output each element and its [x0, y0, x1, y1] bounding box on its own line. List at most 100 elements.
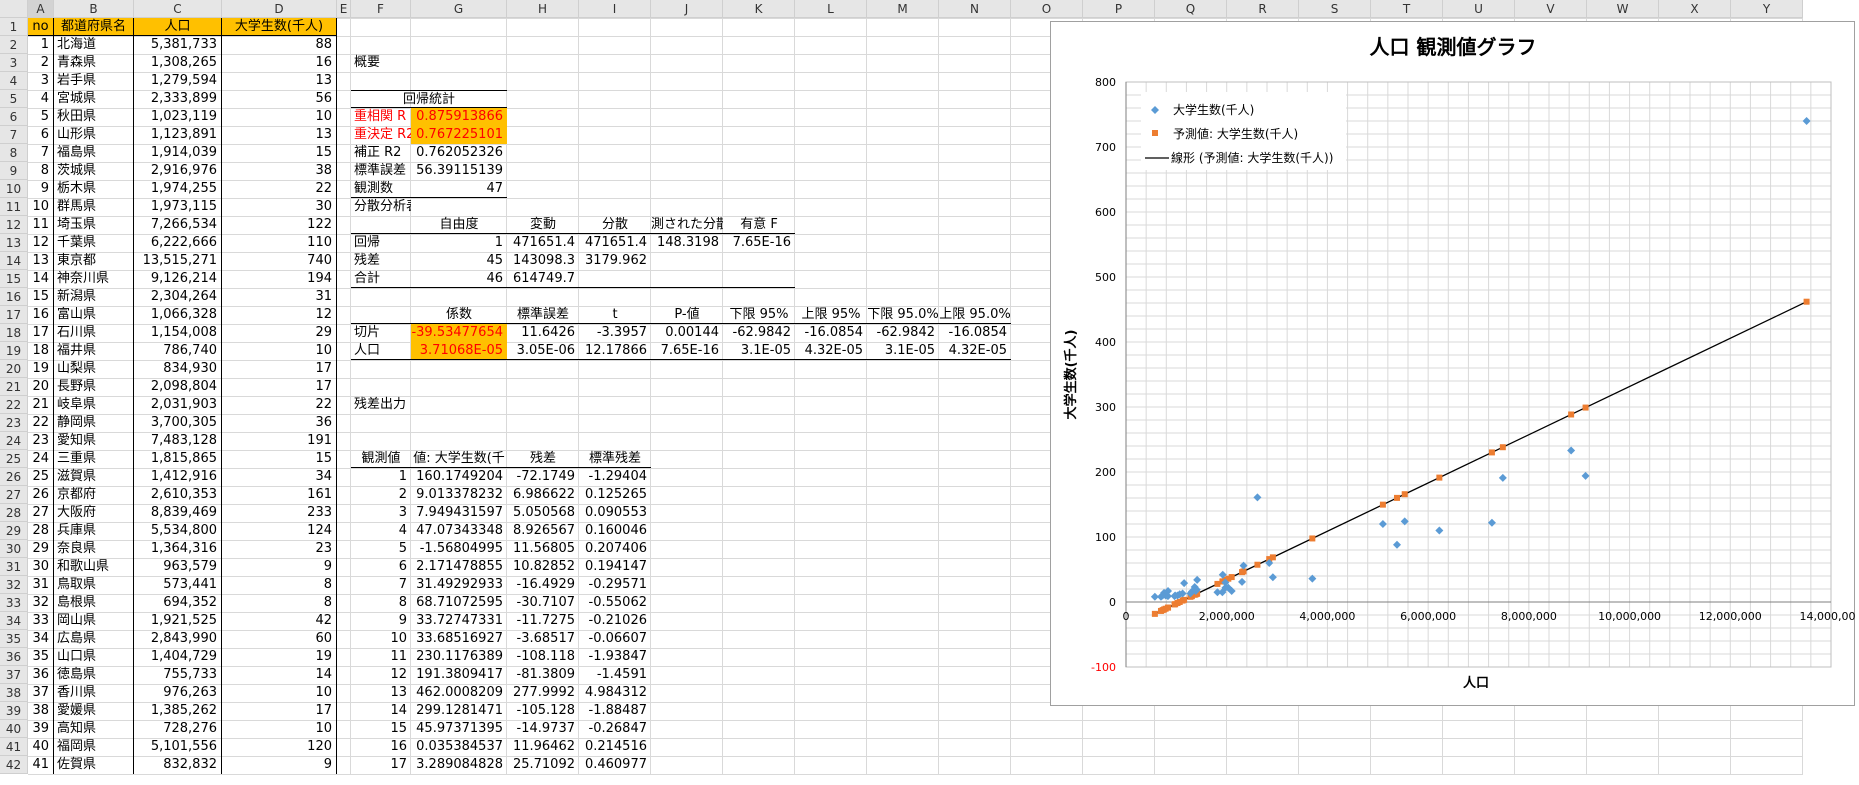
table-cell[interactable]: 広島県: [54, 630, 134, 648]
resid-cell[interactable]: -108.118: [507, 648, 579, 666]
table-cell[interactable]: 13: [28, 252, 54, 270]
row-header-33[interactable]: 33: [0, 594, 28, 612]
resid-cell[interactable]: 3.289084828: [411, 756, 507, 774]
resid-cell[interactable]: 6: [351, 558, 411, 576]
anova-header-cell[interactable]: 分散: [579, 216, 651, 234]
resid-cell[interactable]: 2.171478855: [411, 558, 507, 576]
table-cell[interactable]: 山口県: [54, 648, 134, 666]
resid-header-cell[interactable]: 値: 大学生数(千: [411, 450, 507, 468]
table-cell[interactable]: 36: [28, 666, 54, 684]
table-cell[interactable]: 青森県: [54, 54, 134, 72]
coef-cell[interactable]: 12.17866: [579, 342, 651, 360]
resid-cell[interactable]: 160.1749204: [411, 468, 507, 486]
table-cell[interactable]: 40: [28, 738, 54, 756]
table-cell[interactable]: 福岡県: [54, 738, 134, 756]
coef-cell[interactable]: 11.6426: [507, 324, 579, 342]
table-cell[interactable]: 22: [222, 396, 337, 414]
table-cell[interactable]: 755,733: [134, 666, 222, 684]
resid-cell[interactable]: 277.9992: [507, 684, 579, 702]
table-cell[interactable]: 19: [222, 648, 337, 666]
reg-stat-value[interactable]: 56.39115139: [411, 162, 507, 180]
table-cell[interactable]: 1,154,008: [134, 324, 222, 342]
anova-cell[interactable]: 1: [411, 234, 507, 252]
table-cell[interactable]: 愛媛県: [54, 702, 134, 720]
resid-cell[interactable]: -1.93847: [579, 648, 651, 666]
table-cell[interactable]: 17: [28, 324, 54, 342]
row-header-23[interactable]: 23: [0, 414, 28, 432]
resid-cell[interactable]: 16: [351, 738, 411, 756]
table-cell[interactable]: 31: [222, 288, 337, 306]
resid-cell[interactable]: 6.986622: [507, 486, 579, 504]
resid-cell[interactable]: 31.49292933: [411, 576, 507, 594]
table-cell[interactable]: 1,921,525: [134, 612, 222, 630]
table-cell[interactable]: 2: [28, 54, 54, 72]
row-header-7[interactable]: 7: [0, 126, 28, 144]
row-header-17[interactable]: 17: [0, 306, 28, 324]
row-header-22[interactable]: 22: [0, 396, 28, 414]
row-header-12[interactable]: 12: [0, 216, 28, 234]
table-cell[interactable]: 鳥取県: [54, 576, 134, 594]
column-header-O[interactable]: O: [1011, 0, 1083, 18]
table-cell[interactable]: 10: [28, 198, 54, 216]
anova-cell[interactable]: [651, 270, 723, 288]
table-cell[interactable]: 富山県: [54, 306, 134, 324]
table-cell[interactable]: 22: [28, 414, 54, 432]
table-cell[interactable]: 31: [28, 576, 54, 594]
resid-cell[interactable]: 0.207406: [579, 540, 651, 558]
table-cell[interactable]: 1,914,039: [134, 144, 222, 162]
row-header-24[interactable]: 24: [0, 432, 28, 450]
resid-cell[interactable]: 462.0008209: [411, 684, 507, 702]
table-cell[interactable]: 9: [222, 756, 337, 774]
resid-cell[interactable]: -16.4929: [507, 576, 579, 594]
table-cell[interactable]: 岩手県: [54, 72, 134, 90]
table-cell[interactable]: 24: [28, 450, 54, 468]
column-header-F[interactable]: F: [351, 0, 411, 18]
table-cell[interactable]: 11: [28, 216, 54, 234]
resid-cell[interactable]: 12: [351, 666, 411, 684]
column-header-J[interactable]: J: [651, 0, 723, 18]
table-cell[interactable]: 25: [28, 468, 54, 486]
column-header-G[interactable]: G: [411, 0, 507, 18]
resid-cell[interactable]: -14.9737: [507, 720, 579, 738]
table-cell[interactable]: 15: [222, 144, 337, 162]
row-header-8[interactable]: 8: [0, 144, 28, 162]
coef-header-cell[interactable]: 上限 95%: [795, 306, 867, 324]
row-header-40[interactable]: 40: [0, 720, 28, 738]
table-cell[interactable]: 群馬県: [54, 198, 134, 216]
table-cell[interactable]: 5,101,556: [134, 738, 222, 756]
coef-header-cell[interactable]: 下限 95.0%: [867, 306, 939, 324]
column-header-W[interactable]: W: [1587, 0, 1659, 18]
table-cell[interactable]: 宮城県: [54, 90, 134, 108]
table-cell[interactable]: 高知県: [54, 720, 134, 738]
resid-header-cell[interactable]: 観測値: [351, 450, 411, 468]
table-cell[interactable]: 36: [222, 414, 337, 432]
table-cell[interactable]: 1: [28, 36, 54, 54]
row-header-6[interactable]: 6: [0, 108, 28, 126]
table-cell[interactable]: 7,266,534: [134, 216, 222, 234]
table-cell[interactable]: 18: [28, 342, 54, 360]
resid-cell[interactable]: 0.125265: [579, 486, 651, 504]
anova-title[interactable]: 分散分析表: [351, 198, 411, 216]
table-cell[interactable]: 10: [222, 108, 337, 126]
row-header-5[interactable]: 5: [0, 90, 28, 108]
table-cell[interactable]: 1,815,865: [134, 450, 222, 468]
column-header-N[interactable]: N: [939, 0, 1011, 18]
column-header-D[interactable]: D: [222, 0, 337, 18]
table-cell[interactable]: 17: [222, 702, 337, 720]
resid-cell[interactable]: 1: [351, 468, 411, 486]
resid-cell[interactable]: -1.56804995: [411, 540, 507, 558]
table-cell[interactable]: 岐阜県: [54, 396, 134, 414]
anova-cell[interactable]: 471651.4: [579, 234, 651, 252]
anova-header-cell[interactable]: 測された分散: [651, 216, 723, 234]
resid-cell[interactable]: 15: [351, 720, 411, 738]
resid-cell[interactable]: -81.3809: [507, 666, 579, 684]
anova-cell[interactable]: 7.65E-16: [723, 234, 795, 252]
column-header-V[interactable]: V: [1515, 0, 1587, 18]
column-header-U[interactable]: U: [1443, 0, 1515, 18]
table-cell[interactable]: 1,973,115: [134, 198, 222, 216]
column-header-Q[interactable]: Q: [1155, 0, 1227, 18]
table-cell[interactable]: 122: [222, 216, 337, 234]
coef-cell[interactable]: 3.1E-05: [723, 342, 795, 360]
resid-cell[interactable]: 191.3809417: [411, 666, 507, 684]
table-cell[interactable]: 1,066,328: [134, 306, 222, 324]
